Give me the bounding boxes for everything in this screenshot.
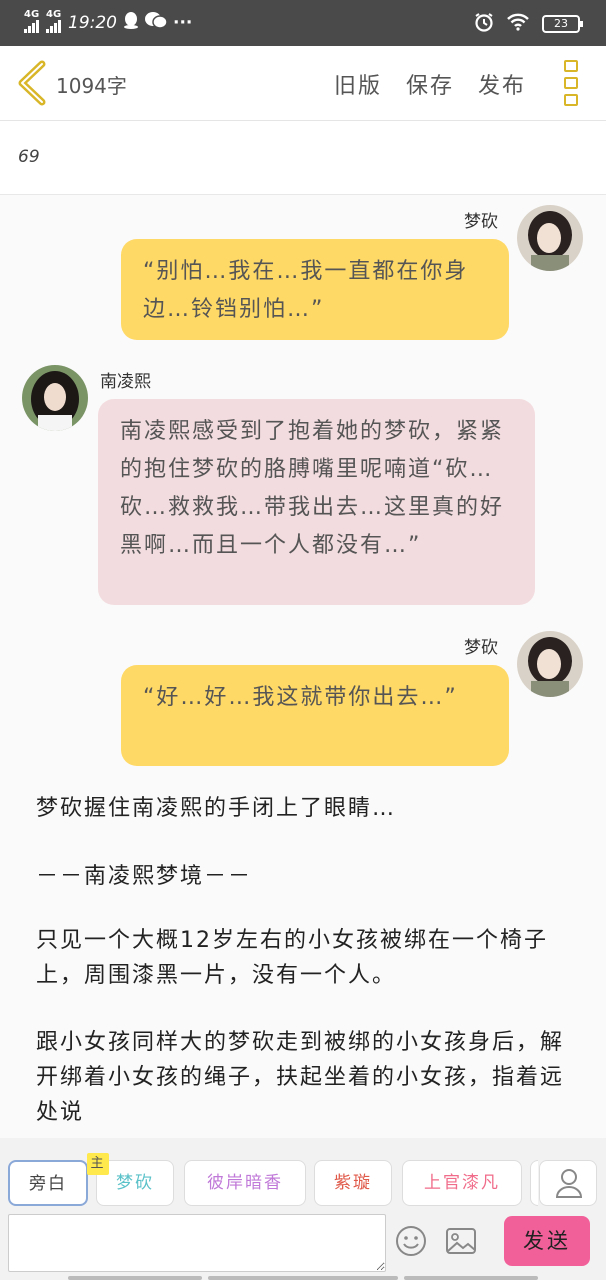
chapter-title-field[interactable]: 69 — [0, 121, 606, 195]
role-selector: 旁白 主 梦砍 彼岸暗香 紫璇 上官漆凡 — [0, 1138, 606, 1210]
main-role-badge: 主 — [87, 1153, 109, 1175]
narration-paragraph: 只见一个大概12岁左右的小女孩被绑在一个椅子上，周围漆黑一片，没有一个人。 — [36, 928, 548, 988]
speaker-name: 南凌熙 — [100, 372, 151, 392]
speaker-name: 梦砍 — [464, 212, 498, 232]
status-bar: 4G 4G 19:20 ··· 23 — [0, 0, 606, 46]
word-count: 1094字 — [56, 74, 127, 98]
role-label: 彼岸暗香 — [207, 1173, 283, 1193]
save-button[interactable]: 保存 — [406, 68, 454, 100]
back-arrow-icon[interactable] — [14, 60, 54, 106]
message-input[interactable] — [8, 1214, 386, 1272]
network-type-2: 4G — [46, 9, 62, 20]
role-chip-narrator[interactable]: 旁白 — [8, 1160, 88, 1206]
role-chip-zixuan[interactable]: 紫璇 — [314, 1160, 392, 1206]
wechat-icon — [145, 11, 168, 34]
role-chip-bian-anxiang[interactable]: 彼岸暗香 — [184, 1160, 306, 1206]
chapter-title: 69 — [18, 147, 40, 167]
qq-icon — [123, 11, 139, 34]
role-label: 旁白 — [29, 1174, 67, 1194]
story-content: 梦砍 “别怕…我在…我一直都在你身边…铃铛别怕…” 南凌熙 南凌熙感受到了抱着她… — [0, 195, 606, 1138]
speaker-name: 梦砍 — [464, 638, 498, 658]
role-chip-overflow[interactable] — [530, 1160, 538, 1206]
battery-icon: 23 — [542, 15, 583, 33]
narration-paragraph: 跟小女孩同样大的梦砍走到被绑的小女孩身后，解开绑着小女孩的绳子，扶起坐着的小女孩… — [36, 1030, 565, 1125]
avatar — [517, 205, 583, 271]
editor-toolbar: 1094字 旧版 保存 发布 — [0, 46, 606, 121]
send-button[interactable]: 发送 — [504, 1216, 590, 1266]
role-label: 梦砍 — [116, 1173, 154, 1193]
avatar — [22, 365, 88, 431]
user-icon — [540, 1169, 598, 1210]
image-icon[interactable] — [444, 1224, 478, 1262]
scroll-indicator — [68, 1276, 202, 1280]
add-role-button[interactable] — [539, 1160, 597, 1206]
signal-icon: 4G — [24, 9, 40, 33]
chat-bubble: 南凌熙感受到了抱着她的梦砍，紧紧的抱住梦砍的胳膊嘴里呢喃道“砍…砍…救救我…带我… — [98, 399, 535, 605]
input-bar: 发送 — [0, 1210, 606, 1280]
more-notifications: ··· — [173, 12, 193, 33]
role-label: 紫璇 — [334, 1173, 372, 1193]
old-version-button[interactable]: 旧版 — [334, 68, 382, 100]
avatar — [517, 631, 583, 697]
chat-bubble: “别怕…我在…我一直都在你身边…铃铛别怕…” — [121, 239, 509, 340]
narration-paragraph: 梦砍握住南凌熙的手闭上了眼睛… — [36, 796, 397, 821]
chat-bubble: “好…好…我这就带你出去…” — [121, 665, 509, 766]
scroll-indicator — [208, 1276, 398, 1280]
narration-paragraph: －－南凌熙梦境－－ — [36, 864, 253, 889]
alarm-icon — [474, 12, 494, 36]
status-time: 19:20 — [68, 12, 117, 33]
emoji-icon[interactable] — [394, 1224, 428, 1262]
role-chip-shangguan-qifan[interactable]: 上官漆凡 — [402, 1160, 522, 1206]
network-type-1: 4G — [24, 9, 40, 20]
role-chip-mengkan[interactable]: 主 梦砍 — [87, 1153, 174, 1206]
role-label: 上官漆凡 — [424, 1173, 500, 1193]
publish-button[interactable]: 发布 — [478, 68, 526, 100]
signal-icon-2: 4G — [46, 9, 62, 33]
more-menu-icon[interactable] — [564, 60, 580, 106]
scroll-indicator — [404, 1276, 538, 1280]
wifi-icon — [506, 13, 530, 35]
